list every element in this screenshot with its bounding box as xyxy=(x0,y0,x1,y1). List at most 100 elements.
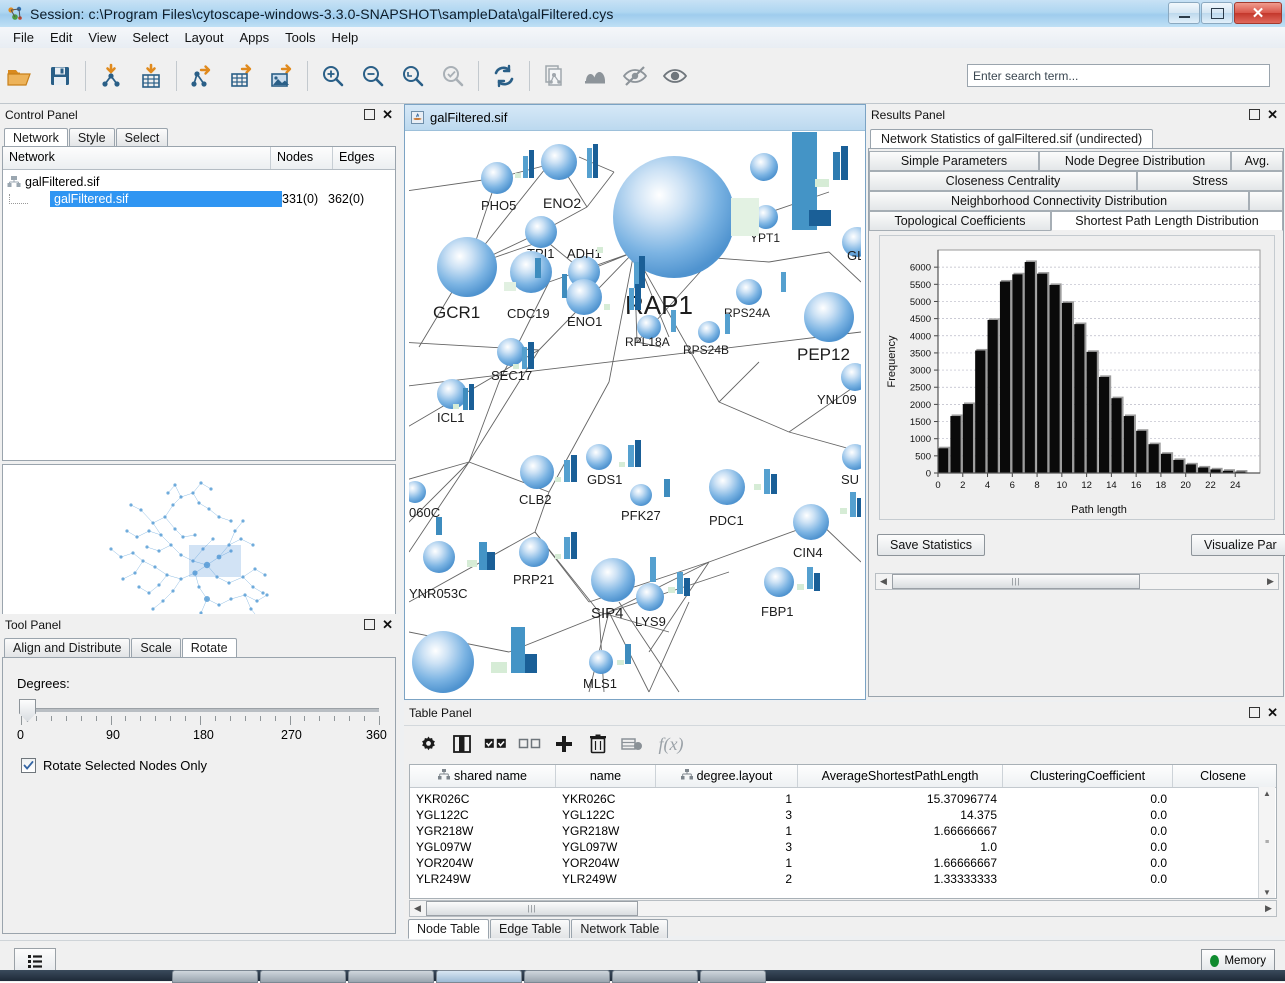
table-row[interactable]: YGL097WYGL097W31.00.0 xyxy=(410,839,1276,855)
scroll-left-arrow[interactable]: ◀ xyxy=(410,903,425,914)
tab-stress[interactable]: Stress xyxy=(1137,171,1283,191)
table-horizontal-scrollbar[interactable]: ◀ ||| ▶ xyxy=(409,900,1277,917)
add-column-icon[interactable] xyxy=(552,732,576,756)
column-header-shared-name[interactable]: shared name xyxy=(410,765,556,787)
table-row[interactable]: YGR218WYGR218W11.666666670.0 xyxy=(410,823,1276,839)
tab-neighborhood-connectivity-distribution[interactable]: Neighborhood Connectivity Distribution xyxy=(869,191,1249,211)
taskbar-item-active[interactable] xyxy=(436,970,522,983)
table-row[interactable]: YOR204WYOR204W11.666666670.0 xyxy=(410,855,1276,871)
tab-align-and-distribute[interactable]: Align and Distribute xyxy=(4,638,130,657)
scroll-right-arrow[interactable]: ▶ xyxy=(1263,576,1278,587)
hide-unselected-icon[interactable] xyxy=(577,58,613,94)
menu-layout[interactable]: Layout xyxy=(176,28,231,47)
scroll-left-arrow[interactable]: ◀ xyxy=(876,576,891,587)
tab-scale[interactable]: Scale xyxy=(131,638,180,657)
menu-file[interactable]: File xyxy=(5,28,42,47)
fit-network-icon[interactable] xyxy=(435,58,471,94)
close-icon[interactable]: ✕ xyxy=(382,110,393,119)
float-icon[interactable] xyxy=(364,619,375,630)
search-input[interactable]: Enter search term... xyxy=(967,64,1270,87)
tab-rotate[interactable]: Rotate xyxy=(182,638,237,658)
network-graph-canvas[interactable]: PHO5 ENO2 TPI1 GCR1 CDC19 ADH1 ENO1 RAP1 xyxy=(409,132,861,697)
float-icon[interactable] xyxy=(1249,707,1260,718)
new-network-from-selection-icon[interactable] xyxy=(537,58,573,94)
tab-network-statistics[interactable]: Network Statistics of galFiltered.sif (u… xyxy=(870,129,1153,149)
network-item-selected-label[interactable]: galFiltered.sif xyxy=(50,191,282,207)
tab-edge-table[interactable]: Edge Table xyxy=(490,919,570,938)
menu-view[interactable]: View xyxy=(80,28,124,47)
close-button[interactable]: ✕ xyxy=(1234,2,1282,24)
checkbox-checked-icon[interactable] xyxy=(21,758,36,773)
table-vertical-scrollbar[interactable]: ▲ ≡ ▼ xyxy=(1258,787,1275,899)
zoom-out-icon[interactable] xyxy=(355,58,391,94)
scroll-up-arrow[interactable]: ▲ xyxy=(1263,789,1271,798)
select-all-columns-icon[interactable] xyxy=(484,732,508,756)
import-table-icon[interactable] xyxy=(133,58,169,94)
import-column-icon[interactable] xyxy=(620,732,644,756)
tab-select[interactable]: Select xyxy=(116,128,169,147)
tab-node-table[interactable]: Node Table xyxy=(408,919,489,939)
table-row[interactable]: YKR026CYKR026C115.370967740.0 xyxy=(410,791,1276,807)
taskbar-item[interactable] xyxy=(524,970,610,983)
tab-network-table[interactable]: Network Table xyxy=(571,919,668,938)
scroll-down-arrow[interactable]: ▼ xyxy=(1263,888,1271,897)
table-row[interactable]: YLR249WYLR249W21.333333330.0 xyxy=(410,871,1276,887)
taskbar-item[interactable] xyxy=(260,970,346,983)
float-icon[interactable] xyxy=(1249,109,1260,120)
zoom-in-icon[interactable] xyxy=(315,58,351,94)
float-icon[interactable] xyxy=(364,109,375,120)
column-header-edges[interactable]: Edges xyxy=(333,147,395,169)
hide-selected-icon[interactable] xyxy=(617,58,653,94)
menu-help[interactable]: Help xyxy=(324,28,367,47)
scroll-right-arrow[interactable]: ▶ xyxy=(1261,903,1276,914)
network-root-row[interactable]: galFiltered.sif xyxy=(3,173,395,190)
node-data-table[interactable]: shared name name degree.layout AverageSh… xyxy=(409,764,1277,899)
column-header-average-shortest-path-length[interactable]: AverageShortestPathLength xyxy=(798,765,1003,787)
scroll-thumb[interactable]: ≡ xyxy=(1265,840,1269,846)
save-statistics-button[interactable]: Save Statistics xyxy=(877,534,985,556)
taskbar-item[interactable] xyxy=(348,970,434,983)
delete-column-icon[interactable] xyxy=(586,732,610,756)
column-header-network[interactable]: Network xyxy=(3,147,271,169)
taskbar-item[interactable] xyxy=(172,970,258,983)
rotate-selected-only-checkbox[interactable]: Rotate Selected Nodes Only xyxy=(21,758,207,773)
menu-select[interactable]: Select xyxy=(124,28,176,47)
deselect-all-columns-icon[interactable] xyxy=(518,732,542,756)
column-header-name[interactable]: name xyxy=(556,765,656,787)
visualize-parameters-button[interactable]: Visualize Par xyxy=(1191,534,1285,556)
menu-edit[interactable]: Edit xyxy=(42,28,80,47)
rotate-slider-track[interactable] xyxy=(21,708,379,712)
close-icon[interactable]: ✕ xyxy=(1267,110,1278,119)
export-table-icon[interactable] xyxy=(224,58,260,94)
tab-avg[interactable]: Avg. xyxy=(1231,151,1283,171)
results-panel-horizontal-scrollbar[interactable]: ◀ ||| ▶ xyxy=(875,573,1279,590)
tab-style[interactable]: Style xyxy=(69,128,115,147)
function-builder-icon[interactable]: f(x) xyxy=(654,732,688,756)
export-image-icon[interactable] xyxy=(264,58,300,94)
export-network-icon[interactable] xyxy=(184,58,220,94)
tab-closeness-centrality[interactable]: Closeness Centrality xyxy=(869,171,1137,191)
shortest-path-length-histogram[interactable]: 0500100015002000250030003500400045005000… xyxy=(879,235,1275,520)
tab-extra[interactable] xyxy=(1249,191,1283,211)
tab-network[interactable]: Network xyxy=(4,128,68,148)
scroll-thumb[interactable]: ||| xyxy=(426,901,638,916)
columns-toggle-icon[interactable] xyxy=(450,732,474,756)
minimize-button[interactable] xyxy=(1168,2,1200,24)
maximize-button[interactable] xyxy=(1201,2,1233,24)
column-header-clustering-coefficient[interactable]: ClusteringCoefficient xyxy=(1003,765,1173,787)
column-header-degree-layout[interactable]: degree.layout xyxy=(656,765,798,787)
show-all-icon[interactable] xyxy=(657,58,693,94)
column-header-nodes[interactable]: Nodes xyxy=(271,147,333,169)
open-session-icon[interactable] xyxy=(2,58,38,94)
column-header-closeness[interactable]: Closene xyxy=(1173,765,1273,787)
table-row[interactable]: YGL122CYGL122C314.3750.0 xyxy=(410,807,1276,823)
tab-shortest-path-length-distribution[interactable]: Shortest Path Length Distribution xyxy=(1051,211,1283,231)
tab-topological-coefficients[interactable]: Topological Coefficients xyxy=(869,211,1051,231)
scroll-thumb[interactable]: ||| xyxy=(892,574,1140,589)
menu-tools[interactable]: Tools xyxy=(277,28,323,47)
taskbar-item[interactable] xyxy=(700,970,766,983)
tab-simple-parameters[interactable]: Simple Parameters xyxy=(869,151,1039,171)
close-icon[interactable]: ✕ xyxy=(1267,708,1278,717)
import-network-icon[interactable] xyxy=(93,58,129,94)
save-session-icon[interactable] xyxy=(42,58,78,94)
